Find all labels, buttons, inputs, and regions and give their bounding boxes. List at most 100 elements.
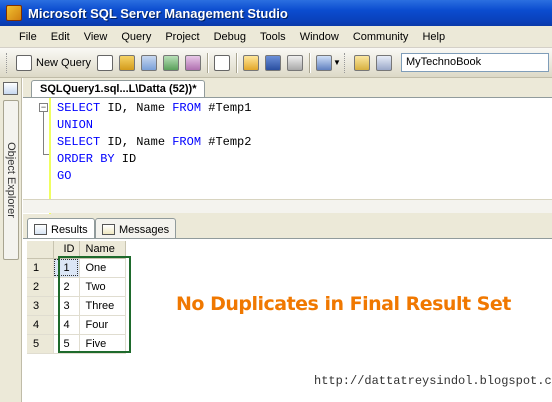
sql-keyword: GO xyxy=(57,169,72,183)
menu-window[interactable]: Window xyxy=(293,31,346,43)
row-number[interactable]: 5 xyxy=(27,334,54,354)
code-line[interactable]: UNION xyxy=(57,117,251,134)
mdx-query-button[interactable] xyxy=(138,52,160,74)
query-document-tab[interactable]: SQLQuery1.sql...L\Datta (52))* xyxy=(31,80,206,98)
grid-header-row: ID Name xyxy=(27,241,126,259)
query-options-button[interactable] xyxy=(351,52,373,74)
editor-gutter: − xyxy=(23,98,51,214)
row-number[interactable]: 4 xyxy=(27,315,54,335)
menu-tools[interactable]: Tools xyxy=(253,31,293,43)
menu-debug[interactable]: Debug xyxy=(207,31,253,43)
open-file-icon xyxy=(243,54,260,71)
row-number[interactable]: 2 xyxy=(27,277,54,297)
menu-bar: File Edit View Query Project Debug Tools… xyxy=(0,26,552,48)
main-area: SQLQuery1.sql...L\Datta (52))* − SELECT … xyxy=(23,78,552,402)
menu-view[interactable]: View xyxy=(77,31,115,43)
new-query-button[interactable]: New Query xyxy=(13,52,94,74)
table-row: 3 3 Three xyxy=(27,296,126,316)
query-options-icon xyxy=(353,54,370,71)
table-row: 5 5 Five xyxy=(27,334,126,354)
menu-community[interactable]: Community xyxy=(346,31,416,43)
toolbar-separator xyxy=(309,52,311,73)
row-number[interactable]: 3 xyxy=(27,296,54,316)
tab-messages[interactable]: Messages xyxy=(95,218,177,238)
standard-toolbar: New Query ▼ MyTechnoBook xyxy=(0,48,552,78)
blog-watermark: http://dattatreysindol.blogspot.com xyxy=(314,374,552,388)
row-number[interactable]: 1 xyxy=(27,258,54,278)
grid-icon xyxy=(34,224,47,235)
toolbar-separator xyxy=(236,52,238,73)
save-button[interactable] xyxy=(262,52,284,74)
cell-id[interactable]: 5 xyxy=(53,334,80,354)
menu-query[interactable]: Query xyxy=(114,31,158,43)
toolbar-separator xyxy=(207,52,209,73)
collapse-icon[interactable]: − xyxy=(39,103,48,112)
cell-name[interactable]: Five xyxy=(79,334,126,354)
object-explorer-tab[interactable]: Object Explorer xyxy=(3,100,19,260)
mdx-query-icon xyxy=(141,54,158,71)
cell-name[interactable]: Two xyxy=(79,277,126,297)
toolbar-grip[interactable] xyxy=(343,52,347,73)
new-query-label: New Query xyxy=(36,56,92,69)
cell-id[interactable]: 1 xyxy=(53,258,80,278)
copy-button[interactable] xyxy=(211,52,233,74)
object-explorer-icon[interactable] xyxy=(3,82,18,95)
table-row: 1 1 One xyxy=(27,258,126,278)
menu-project[interactable]: Project xyxy=(158,31,206,43)
table-row: 2 2 Two xyxy=(27,277,126,297)
tab-messages-label: Messages xyxy=(119,223,170,236)
code-line[interactable]: GO xyxy=(57,168,251,185)
sql-text: #Temp1 xyxy=(201,101,252,115)
sql-code[interactable]: SELECT ID, Name FROM #Temp1 UNION SELECT I… xyxy=(57,100,251,185)
object-explorer-label: Object Explorer xyxy=(5,142,17,218)
side-dock: Object Explorer xyxy=(0,78,22,402)
cell-name[interactable]: Four xyxy=(79,315,126,335)
grid-corner[interactable] xyxy=(27,241,54,259)
column-header-id[interactable]: ID xyxy=(53,241,80,259)
new-query-icon xyxy=(16,54,32,71)
code-line[interactable]: SELECT ID, Name FROM #Temp1 xyxy=(57,100,251,117)
cell-id[interactable]: 3 xyxy=(53,296,80,316)
dmx-query-button[interactable] xyxy=(160,52,182,74)
cell-id[interactable]: 2 xyxy=(53,277,80,297)
database-engine-query-button[interactable] xyxy=(116,52,138,74)
results-tab-strip: Results Messages xyxy=(23,216,552,238)
menu-file[interactable]: File xyxy=(12,31,44,43)
messages-icon xyxy=(102,224,115,235)
sql-keyword: FROM xyxy=(172,101,202,115)
tab-results-label: Results xyxy=(51,223,88,236)
menu-edit[interactable]: Edit xyxy=(44,31,77,43)
print-button[interactable] xyxy=(284,52,306,74)
title-bar: Microsoft SQL Server Management Studio xyxy=(0,0,552,26)
sql-keyword: UNION xyxy=(57,118,94,132)
sql-keyword: SELECT xyxy=(57,101,101,115)
sql-keyword: ORDER BY xyxy=(57,152,115,166)
code-line[interactable]: SELECT ID, Name FROM #Temp2 xyxy=(57,134,251,151)
cell-name[interactable]: Three xyxy=(79,296,126,316)
template-button[interactable] xyxy=(373,52,395,74)
menu-help[interactable]: Help xyxy=(415,31,452,43)
dmx-query-icon xyxy=(163,54,180,71)
ssms-app-icon xyxy=(6,5,22,21)
new-file-button[interactable] xyxy=(94,52,116,74)
column-header-name[interactable]: Name xyxy=(79,241,126,259)
copy-icon xyxy=(214,54,231,71)
print-icon xyxy=(287,54,304,71)
table-row: 4 4 Four xyxy=(27,315,126,335)
available-databases-dropdown[interactable]: MyTechnoBook xyxy=(400,53,549,72)
tab-results[interactable]: Results xyxy=(27,218,95,238)
activity-monitor-icon xyxy=(316,54,333,71)
results-grid[interactable]: ID Name 1 1 One 2 2 Two 3 3 Three 4 4 Fo… xyxy=(27,241,126,354)
sql-text: ID xyxy=(114,152,137,166)
toolbar-grip[interactable] xyxy=(6,52,9,73)
query-editor[interactable]: − SELECT ID, Name FROM #Temp1 UNION SELECT… xyxy=(23,97,552,214)
horizontal-scrollbar[interactable] xyxy=(23,199,552,213)
save-icon xyxy=(265,54,282,71)
open-file-button[interactable] xyxy=(240,52,262,74)
cell-id[interactable]: 4 xyxy=(53,315,80,335)
code-line[interactable]: ORDER BY ID xyxy=(57,151,251,168)
cell-name[interactable]: One xyxy=(79,258,126,278)
xmla-query-button[interactable] xyxy=(182,52,204,74)
outline-end xyxy=(43,154,49,155)
activity-monitor-button[interactable]: ▼ xyxy=(313,52,344,74)
